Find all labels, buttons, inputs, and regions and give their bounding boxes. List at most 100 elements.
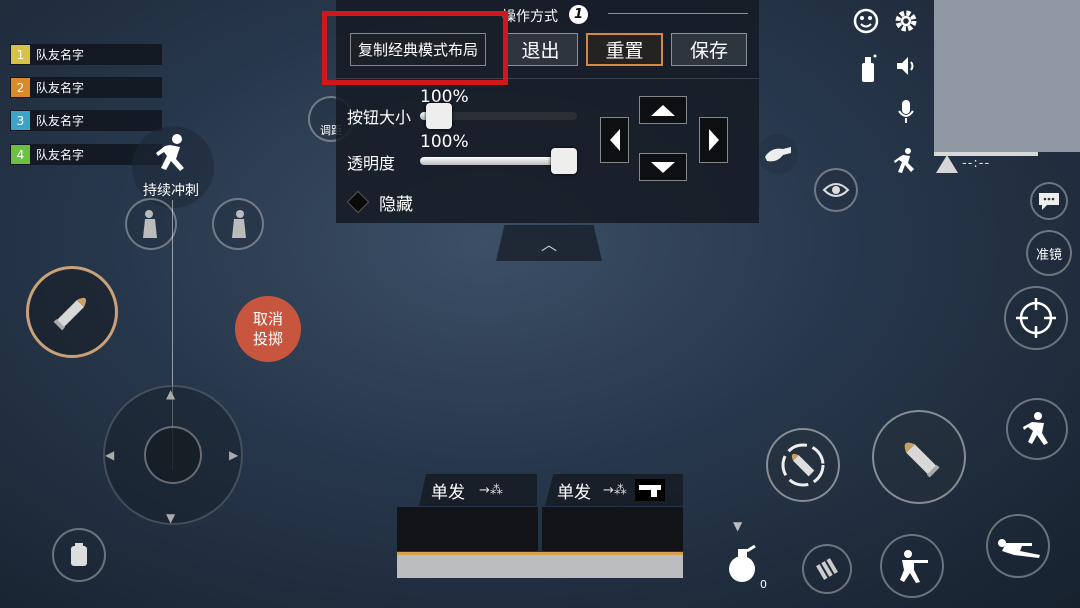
teammate-name: 队友名字 <box>36 148 85 162</box>
weapon-slot-1[interactable] <box>397 507 538 551</box>
opacity-value: 100% <box>420 132 469 152</box>
grenade-button[interactable] <box>720 540 764 588</box>
joystick-down-icon: ▼ <box>166 511 176 525</box>
minimap[interactable] <box>934 0 1080 152</box>
hide-toggle-icon[interactable] <box>346 190 370 214</box>
free-look-button[interactable] <box>814 168 858 212</box>
settings-button[interactable] <box>890 5 922 37</box>
fire-mode-1-icon: →⁂ <box>479 482 503 498</box>
button-size-slider-knob[interactable] <box>426 103 452 129</box>
aim-button[interactable] <box>1004 286 1068 350</box>
sprint-label: 持续冲刺 <box>143 183 199 199</box>
move-down-button[interactable] <box>639 153 687 181</box>
move-left-button[interactable] <box>600 117 629 163</box>
weapon-slot-1-header[interactable]: 单发 →⁂ <box>419 474 537 506</box>
opacity-slider-knob[interactable] <box>551 148 577 174</box>
chat-button[interactable] <box>1030 182 1068 220</box>
reset-button[interactable]: 重置 <box>586 33 663 66</box>
eye-icon <box>822 183 850 197</box>
health-bar <box>397 552 683 578</box>
teammate-number: 3 <box>11 111 30 130</box>
teammate-row-1: 1 队友名字 <box>10 44 162 65</box>
arrow-left-icon <box>609 129 620 151</box>
lean-left-button[interactable] <box>125 198 177 250</box>
teammate-name: 队友名字 <box>36 81 85 95</box>
backpack-button[interactable] <box>52 528 106 582</box>
hide-toggle-label[interactable]: 隐藏 <box>379 190 413 215</box>
button-size-slider[interactable] <box>420 103 577 129</box>
crouch-icon <box>900 550 928 583</box>
fire-mode-2-icon: →⁂ <box>603 482 627 498</box>
scope-button[interactable]: 准镜 <box>1026 230 1072 276</box>
running-man-icon <box>894 148 914 173</box>
button-size-label: 按钮大小 <box>347 108 412 127</box>
gear-icon <box>895 10 917 32</box>
arrow-down-icon <box>651 161 675 173</box>
hand-icon <box>765 147 791 162</box>
jump-man-icon <box>1023 412 1048 445</box>
target-fire-button[interactable] <box>766 428 840 502</box>
collapse-panel-button[interactable]: ︿ <box>496 225 602 261</box>
fire-mode-1-label: 单发 <box>431 482 465 503</box>
teammate-row-2: 2 队友名字 <box>10 77 162 98</box>
teammate-number: 1 <box>11 45 30 64</box>
joystick-left-icon: ◀ <box>105 448 115 462</box>
fire-button-right[interactable] <box>872 410 966 504</box>
panel-title-line <box>608 13 748 14</box>
mic-button[interactable] <box>890 96 922 128</box>
joystick-knob[interactable] <box>144 426 202 484</box>
arrow-up-icon <box>651 104 675 116</box>
reload-button[interactable] <box>802 544 852 594</box>
emote-button[interactable] <box>850 5 882 37</box>
arrow-right-icon <box>708 129 719 151</box>
fire-mode-2-label: 单发 <box>557 482 591 503</box>
exit-button[interactable]: 退出 <box>503 33 578 66</box>
status-text: --:-- <box>962 156 991 171</box>
sprint-toggle-button[interactable] <box>888 144 922 178</box>
opacity-label: 透明度 <box>347 154 396 173</box>
lean-right-button[interactable] <box>212 198 264 250</box>
backpack-icon <box>71 543 87 566</box>
joystick-right-icon: ▶ <box>229 448 239 462</box>
speaker-icon <box>897 57 914 75</box>
sprint-icon <box>156 134 184 171</box>
joystick-up-icon: ▲ <box>166 387 176 401</box>
bullet-icon <box>53 297 87 331</box>
prone-icon <box>998 539 1040 558</box>
target-bullet-icon <box>781 443 825 487</box>
panel-title-badge: 1 <box>569 5 588 24</box>
weapon-slot-2-header[interactable]: 单发 →⁂ <box>545 474 683 506</box>
crouch-button[interactable] <box>880 534 944 598</box>
teammate-number: 2 <box>11 78 30 97</box>
spray-icon <box>862 54 877 82</box>
prone-jump-button[interactable] <box>1006 398 1068 460</box>
prone-button[interactable] <box>986 514 1050 578</box>
teammate-name: 队友名字 <box>36 48 85 62</box>
cancel-throw-label: 取消 投掷 <box>252 310 283 348</box>
move-right-button[interactable] <box>699 117 728 163</box>
spray-button[interactable] <box>853 52 883 84</box>
speaker-button[interactable] <box>890 50 922 82</box>
chat-icon <box>1039 193 1059 210</box>
emote-icon <box>853 8 879 34</box>
bullet-icon-right <box>904 442 940 478</box>
opacity-slider[interactable] <box>420 148 577 174</box>
mic-icon <box>898 100 914 123</box>
panel-title: 操作方式 <box>502 9 558 25</box>
throwable-expand-icon[interactable]: ▼ <box>733 519 742 533</box>
grenade-count: 0 <box>760 578 767 591</box>
fire-button-left[interactable] <box>26 266 118 358</box>
move-up-button[interactable] <box>639 96 687 124</box>
lean-right-icon <box>232 210 246 238</box>
teammate-row-3: 3 队友名字 <box>10 110 162 131</box>
highlight-box <box>322 11 508 85</box>
save-button[interactable]: 保存 <box>671 33 747 66</box>
chevron-up-icon: ︿ <box>540 235 557 254</box>
scope-label: 准镜 <box>1035 247 1062 263</box>
ammo-icon <box>816 558 838 580</box>
cancel-throw-button[interactable]: 取消 投掷 <box>235 296 301 362</box>
peek-hand-button[interactable] <box>758 134 798 174</box>
lean-left-icon <box>143 210 157 238</box>
teammate-name: 队友名字 <box>36 114 85 128</box>
weapon-slot-2[interactable] <box>542 507 683 551</box>
